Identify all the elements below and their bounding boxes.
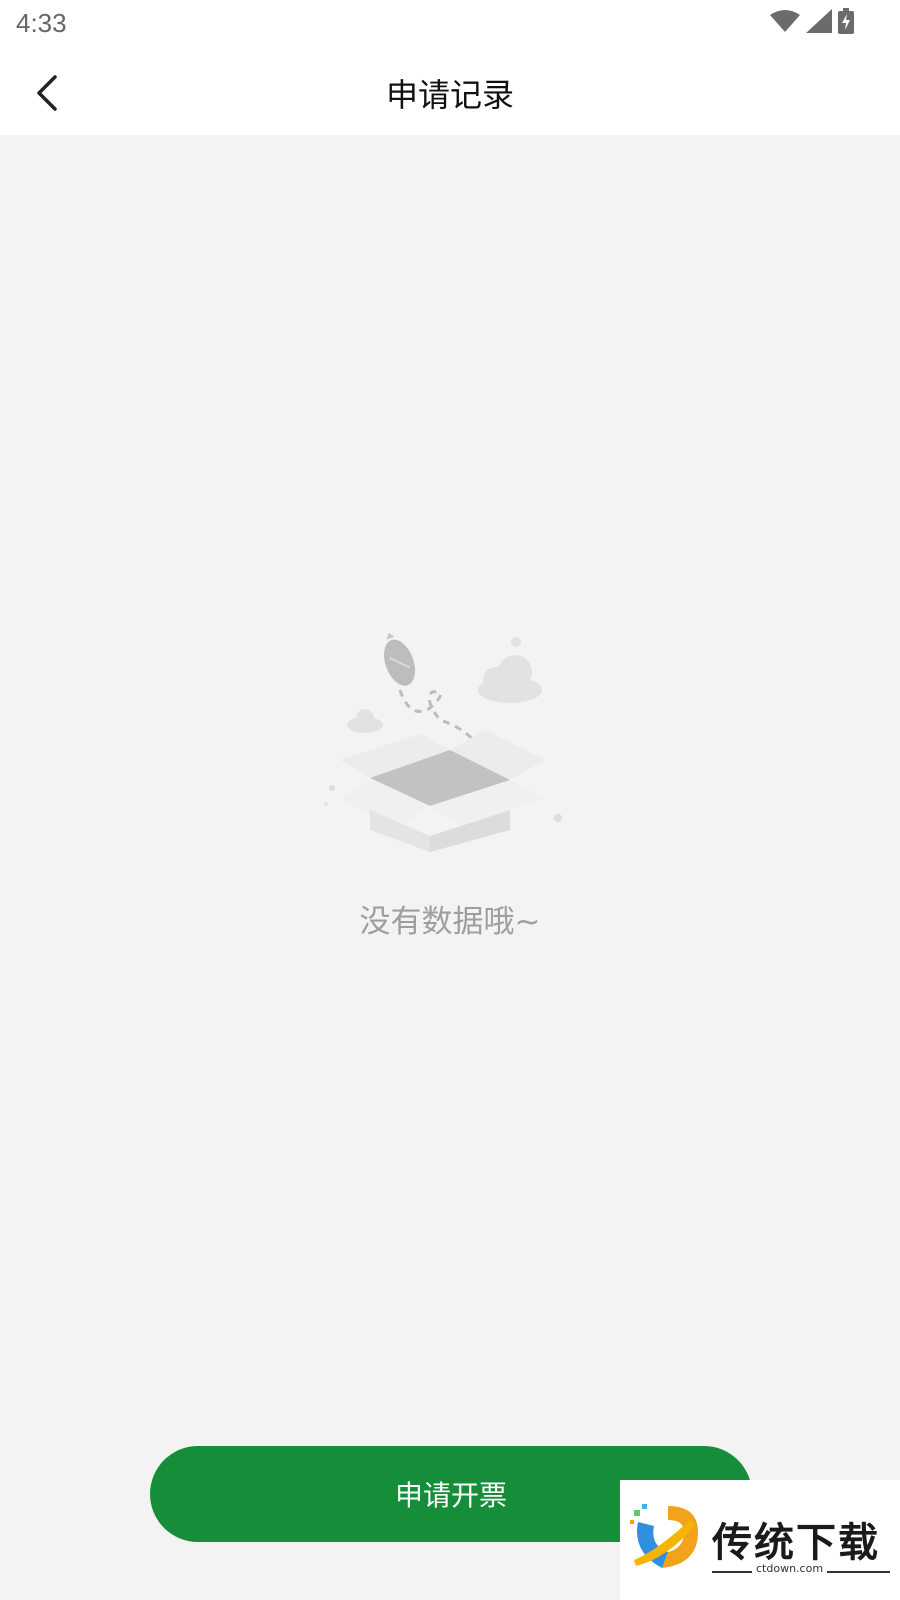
status-time: 4:33 — [16, 8, 67, 38]
page-title: 申请记录 — [385, 76, 514, 114]
empty-box-icon — [324, 632, 562, 852]
status-bar: 4:33 — [0, 0, 900, 50]
battery-charging-icon — [838, 8, 854, 34]
wifi-icon — [770, 10, 800, 32]
nav-bar: 申请记录 — [0, 50, 900, 135]
watermark-logo-icon — [630, 1504, 698, 1568]
empty-message: 没有数据哦~ — [359, 904, 541, 940]
cellular-signal-icon — [806, 9, 832, 33]
empty-state: 没有数据哦~ — [0, 620, 900, 941]
watermark-url: ctdown.com — [752, 1562, 828, 1575]
watermark-name: 传统下载 — [712, 1520, 880, 1566]
watermark: 传统下载 ctdown.com — [620, 1480, 900, 1600]
status-icons — [770, 8, 854, 34]
